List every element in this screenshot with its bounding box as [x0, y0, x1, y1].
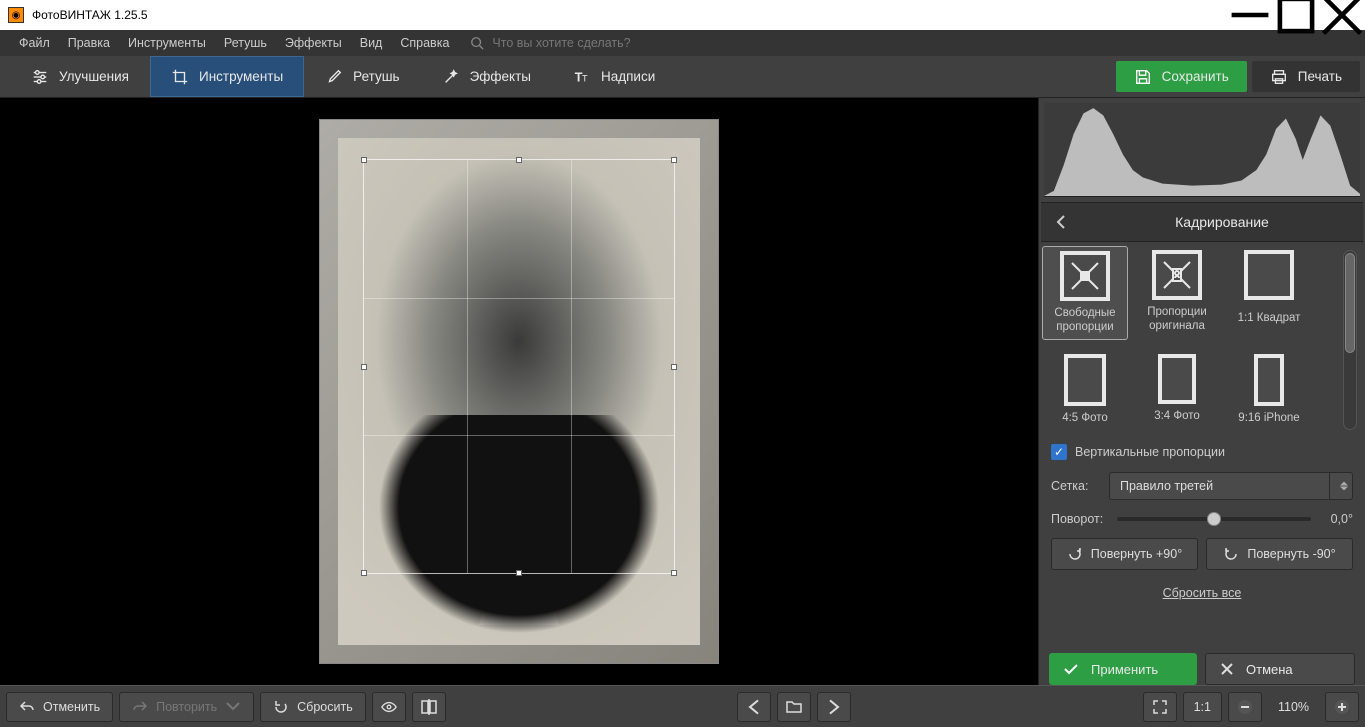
rotate-label: Поворот: — [1051, 512, 1109, 526]
tab-label: Улучшения — [59, 69, 129, 84]
text-icon: TT — [573, 68, 591, 86]
photo-canvas[interactable] — [319, 119, 719, 664]
preset-square[interactable]: 1:1 Квадрат — [1226, 246, 1312, 340]
menu-edit[interactable]: Правка — [59, 36, 119, 50]
tab-label: Эффекты — [470, 69, 531, 84]
preset-original[interactable]: Пропорции оригинала — [1134, 246, 1220, 340]
crop-handle-tm[interactable] — [516, 157, 522, 163]
fit-screen-button[interactable] — [1143, 692, 1177, 722]
preset-4-5[interactable]: 4:5 Фото — [1042, 350, 1128, 430]
histogram — [1044, 103, 1360, 197]
crop-icon — [171, 68, 189, 86]
prev-image-button[interactable] — [737, 692, 771, 722]
tab-label: Надписи — [601, 69, 655, 84]
vertical-label: Вертикальные пропорции — [1075, 445, 1225, 459]
svg-text:T: T — [582, 73, 588, 83]
rotate-plus-90-button[interactable]: Повернуть +90° — [1051, 538, 1198, 570]
eye-toggle-button[interactable] — [372, 692, 406, 722]
zoom-in-button[interactable] — [1325, 692, 1359, 722]
menu-view[interactable]: Вид — [351, 36, 392, 50]
compare-button[interactable] — [412, 692, 446, 722]
rotate-minus-90-button[interactable]: Повернуть -90° — [1206, 538, 1353, 570]
crop-handle-bm[interactable] — [516, 570, 522, 576]
apply-button[interactable]: Применить — [1049, 653, 1197, 685]
save-label: Сохранить — [1162, 69, 1229, 84]
panel-title: Кадрирование — [1081, 214, 1363, 230]
wand-icon — [442, 68, 460, 86]
open-folder-button[interactable] — [777, 692, 811, 722]
reset-button[interactable]: Сбросить — [260, 692, 366, 722]
right-panel: Кадрирование Свободные пропорции Пропорц… — [1038, 98, 1365, 685]
sliders-icon — [31, 68, 49, 86]
tab-label: Ретушь — [353, 69, 399, 84]
zoom-level: 110% — [1268, 700, 1319, 714]
search-box[interactable]: Что вы хотите сделать? — [470, 36, 630, 50]
save-button[interactable]: Сохранить — [1116, 61, 1247, 92]
tab-label: Инструменты — [199, 69, 283, 84]
grid-label: Сетка: — [1051, 479, 1101, 493]
main-toolbar: Улучшения Инструменты Ретушь Эффекты TT … — [0, 56, 1365, 98]
vertical-checkbox-row[interactable]: ✓ Вертикальные пропорции — [1039, 438, 1365, 466]
print-button[interactable]: Печать — [1252, 61, 1360, 92]
menu-tools[interactable]: Инструменты — [119, 36, 215, 50]
cancel-button[interactable]: Отмена — [1205, 653, 1355, 685]
preset-9-16[interactable]: 9:16 iPhone — [1226, 350, 1312, 430]
search-icon — [470, 36, 484, 50]
preset-free[interactable]: Свободные пропорции — [1042, 246, 1128, 340]
menu-help[interactable]: Справка — [391, 36, 458, 50]
crop-overlay[interactable] — [363, 159, 675, 574]
app-title: ФотоВИНТАЖ 1.25.5 — [32, 8, 148, 22]
redo-button[interactable]: Повторить — [119, 692, 254, 722]
tab-effects[interactable]: Эффекты — [421, 56, 552, 97]
crop-handle-rm[interactable] — [671, 364, 677, 370]
window-maximize[interactable] — [1273, 0, 1319, 30]
crop-handle-tr[interactable] — [671, 157, 677, 163]
rotate-value: 0,0° — [1319, 512, 1353, 526]
window-minimize[interactable] — [1227, 0, 1273, 30]
bottom-bar: Отменить Повторить Сбросить 1:1 110% — [0, 685, 1365, 727]
menu-file[interactable]: Файл — [10, 36, 59, 50]
panel-header: Кадрирование — [1041, 202, 1363, 242]
crop-handle-br[interactable] — [671, 570, 677, 576]
vertical-checkbox[interactable]: ✓ — [1051, 444, 1067, 460]
menu-effects[interactable]: Эффекты — [276, 36, 351, 50]
rotate-slider[interactable] — [1117, 517, 1311, 521]
print-icon — [1270, 68, 1288, 86]
zoom-100-button[interactable]: 1:1 — [1183, 692, 1222, 722]
menu-retouch[interactable]: Ретушь — [215, 36, 276, 50]
tab-text[interactable]: TT Надписи — [552, 56, 676, 97]
crop-presets: Свободные пропорции Пропорции оригинала … — [1042, 246, 1365, 430]
save-icon — [1134, 68, 1152, 86]
titlebar: ФотоВИНТАЖ 1.25.5 — [0, 0, 1365, 30]
crop-handle-tl[interactable] — [361, 157, 367, 163]
next-image-button[interactable] — [817, 692, 851, 722]
chevron-down-icon — [225, 699, 241, 715]
undo-button[interactable]: Отменить — [6, 692, 113, 722]
presets-scrollbar[interactable] — [1343, 250, 1357, 430]
crop-handle-bl[interactable] — [361, 570, 367, 576]
brush-icon — [325, 68, 343, 86]
grid-select[interactable]: Правило третей — [1109, 472, 1353, 500]
crop-handle-lm[interactable] — [361, 364, 367, 370]
panel-back-button[interactable] — [1041, 214, 1081, 230]
workspace: Кадрирование Свободные пропорции Пропорц… — [0, 98, 1365, 685]
menubar: Файл Правка Инструменты Ретушь Эффекты В… — [0, 30, 1365, 56]
search-placeholder: Что вы хотите сделать? — [492, 36, 630, 50]
zoom-out-button[interactable] — [1228, 692, 1262, 722]
tab-retouch[interactable]: Ретушь — [304, 56, 420, 97]
canvas-area[interactable] — [0, 98, 1038, 685]
window-close[interactable] — [1319, 0, 1365, 30]
app-logo — [8, 7, 24, 23]
print-label: Печать — [1298, 69, 1342, 84]
tab-enhance[interactable]: Улучшения — [10, 56, 150, 97]
preset-3-4[interactable]: 3:4 Фото — [1134, 350, 1220, 430]
tab-tools[interactable]: Инструменты — [150, 56, 304, 97]
reset-all-link[interactable]: Сбросить все — [1039, 576, 1365, 610]
